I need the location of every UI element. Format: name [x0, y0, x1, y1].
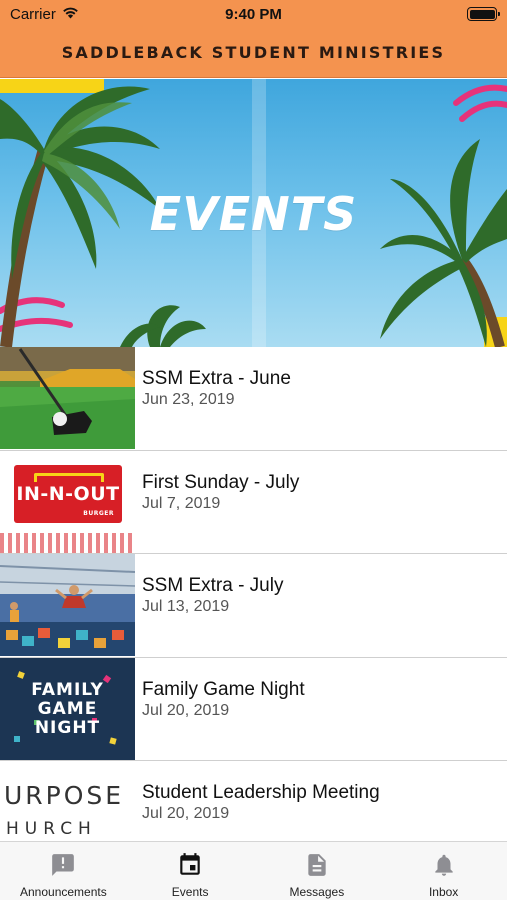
family-game-night-thumbnail: FAMILY GAME NIGHT	[0, 657, 135, 760]
tab-label: Inbox	[428, 885, 459, 899]
event-row[interactable]: SSM Extra - June Jun 23, 2019	[0, 347, 507, 451]
hero-title: EVENTS	[149, 187, 358, 241]
logo-line: HURCH	[6, 819, 97, 839]
event-text: Family Game Night Jul 20, 2019	[135, 658, 305, 761]
events-hero-banner: EVENTS	[0, 79, 507, 347]
event-title: SSM Extra - June	[142, 368, 291, 389]
event-row[interactable]: FAMILY GAME NIGHT Family Game Night Jul …	[0, 657, 507, 761]
announcement-icon	[50, 852, 76, 878]
battery-icon	[467, 7, 500, 21]
event-date: Jun 23, 2019	[142, 391, 235, 408]
graphic-line: NIGHT	[34, 717, 101, 738]
tab-inbox[interactable]: Inbox	[380, 842, 507, 900]
event-row[interactable]: SSM Extra - July Jul 13, 2019	[0, 554, 507, 658]
tab-announcements[interactable]: Announcements	[0, 842, 127, 900]
graphic-line: FAMILY	[31, 679, 104, 700]
event-date: Jul 7, 2019	[142, 494, 221, 512]
document-icon	[304, 852, 330, 878]
event-title: Family Game Night	[142, 678, 305, 700]
tab-label: Announcements	[20, 885, 107, 899]
event-row[interactable]: IN-N-OUT BURGER First Sunday - July Jul …	[0, 450, 507, 554]
event-title: SSM Extra - July	[142, 575, 284, 596]
in-n-out-thumbnail: IN-N-OUT BURGER	[0, 450, 135, 553]
logo-subtext: BURGER	[83, 509, 114, 517]
event-text: First Sunday - July Jul 7, 2019	[135, 451, 299, 554]
tab-bar: Announcements Events Messages Inbox	[0, 841, 507, 900]
event-text: SSM Extra - June Jun 23, 2019	[135, 347, 291, 450]
graphic-line: GAME	[37, 698, 98, 719]
trampoline-park-photo	[0, 554, 135, 656]
carrier-label: Carrier	[10, 5, 56, 23]
tab-messages[interactable]: Messages	[254, 842, 381, 900]
tab-label: Messages	[289, 885, 345, 899]
tab-label: Events	[171, 885, 209, 899]
event-title: First Sunday - July	[142, 471, 300, 493]
event-text: SSM Extra - July Jul 13, 2019	[135, 554, 283, 657]
event-date: Jul 20, 2019	[142, 805, 230, 822]
logo-text: IN-N-OUT	[16, 482, 120, 505]
event-title: Student Leadership Meeting	[142, 782, 380, 803]
mini-golf-photo	[0, 347, 135, 449]
in-n-out-logo: IN-N-OUT BURGER	[14, 464, 122, 523]
tab-events[interactable]: Events	[127, 842, 254, 900]
wifi-icon	[62, 6, 79, 23]
trampoline-thumbnail	[0, 554, 135, 656]
calendar-icon	[177, 852, 203, 878]
events-list: SSM Extra - June Jun 23, 2019 IN-N-OUT B…	[0, 347, 507, 865]
bell-icon	[431, 852, 457, 878]
app-title: SADDLEBACK STUDENT MINISTRIES	[61, 43, 446, 62]
mini-golf-thumbnail	[0, 347, 135, 449]
app-header: SADDLEBACK STUDENT MINISTRIES	[0, 28, 507, 78]
event-date: Jul 13, 2019	[142, 598, 230, 615]
status-bar: Carrier 9:40 PM	[0, 0, 507, 28]
logo-line: URPOSE	[4, 781, 125, 810]
event-date: Jul 20, 2019	[142, 701, 230, 719]
family-game-night-graphic: FAMILY GAME NIGHT	[0, 679, 135, 738]
carrier-signal: Carrier	[10, 6, 79, 23]
